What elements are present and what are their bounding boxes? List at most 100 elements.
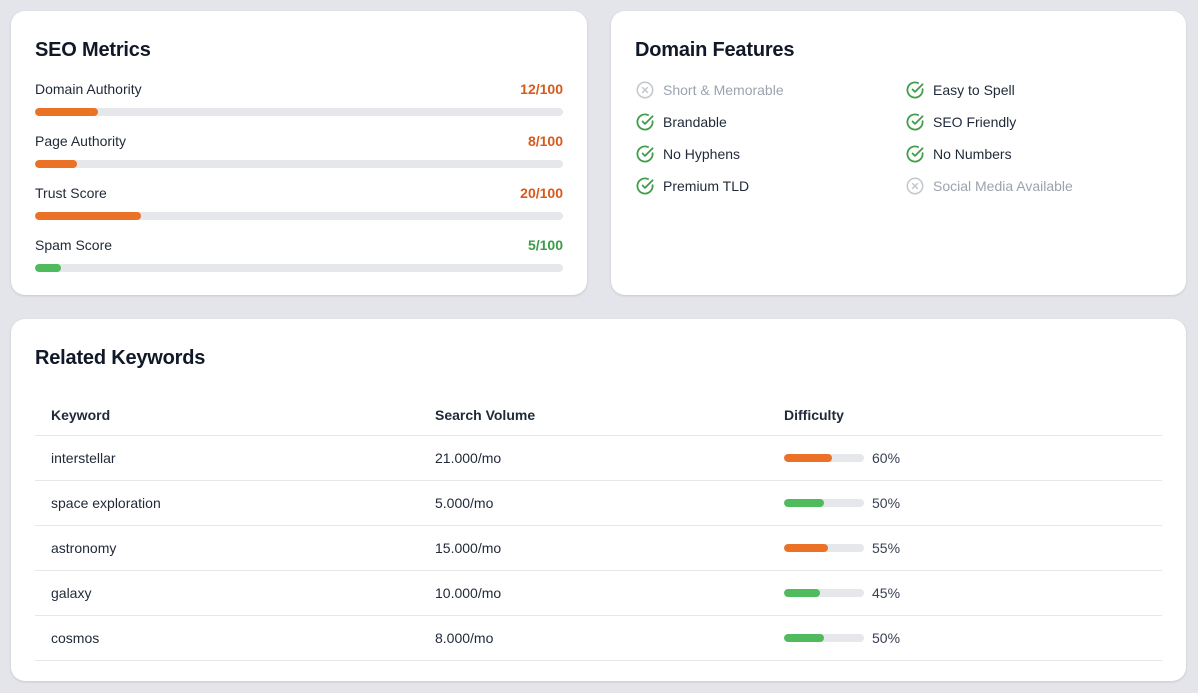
metric-value: 20/100 — [520, 185, 563, 201]
feature-item: No Hyphens — [635, 144, 905, 164]
difficulty-bar-fill — [784, 543, 828, 552]
table-row: astronomy 15.000/mo 55% — [35, 525, 1162, 571]
metric-label: Trust Score — [35, 185, 107, 201]
keyword-cell: cosmos — [35, 615, 419, 661]
difficulty-cell: 50% — [768, 615, 1162, 661]
x-circle-icon — [636, 81, 654, 99]
difficulty-percent: 50% — [872, 494, 901, 511]
related-keywords-title: Related Keywords — [35, 347, 206, 369]
metrics-list: Domain Authority 12/100 Page Authority 8/10… — [35, 80, 563, 288]
metric-label: Page Authority — [35, 133, 127, 149]
difficulty-indicator: 50% — [784, 630, 1146, 646]
metric-header: Page Authority 8/100 — [35, 132, 563, 150]
domain-features-title: Domain Features — [635, 39, 795, 61]
metric-value: 12/100 — [520, 81, 563, 97]
feature-label: Premium TLD — [663, 178, 750, 194]
difficulty-indicator: 50% — [784, 495, 1146, 511]
metric-row: Domain Authority 12/100 — [35, 80, 563, 132]
keywords-table-body: interstellar 21.000/mo 60% space exploratio… — [35, 435, 1162, 661]
metric-progress-track — [35, 212, 563, 220]
feature-label: SEO Friendly — [933, 114, 1017, 130]
difficulty-percent: 55% — [872, 539, 901, 556]
column-header-search-volume: Search Volume — [419, 395, 768, 436]
feature-item: Easy to Spell — [905, 80, 1165, 100]
difficulty-bar-fill — [784, 633, 824, 642]
metric-row: Spam Score 5/100 — [35, 236, 563, 288]
feature-label: No Hyphens — [663, 146, 741, 162]
metric-progress-fill — [35, 264, 62, 272]
feature-item: SEO Friendly — [905, 112, 1165, 132]
metric-row: Trust Score 20/100 — [35, 184, 563, 236]
feature-label: Easy to Spell — [933, 82, 1015, 98]
table-row: space exploration 5.000/mo 50% — [35, 480, 1162, 526]
metric-progress-fill — [35, 108, 99, 116]
metric-header: Domain Authority 12/100 — [35, 80, 563, 98]
difficulty-bar-fill — [784, 498, 824, 507]
difficulty-bar-fill — [784, 453, 832, 462]
difficulty-cell: 60% — [768, 435, 1162, 481]
difficulty-bar-track — [784, 498, 864, 507]
search-volume-cell: 21.000/mo — [419, 435, 768, 481]
x-circle-icon — [906, 177, 924, 195]
feature-label: Social Media Available — [933, 178, 1073, 194]
seo-metrics-card: SEO Metrics Domain Authority 12/100 Page A… — [11, 11, 587, 295]
check-circle-icon — [636, 145, 654, 163]
check-circle-icon — [906, 81, 924, 99]
feature-label: No Numbers — [933, 146, 1012, 162]
difficulty-bar-track — [784, 453, 864, 462]
difficulty-indicator: 55% — [784, 540, 1146, 556]
difficulty-indicator: 60% — [784, 450, 1146, 466]
difficulty-bar-track — [784, 543, 864, 552]
metric-label: Domain Authority — [35, 81, 142, 97]
feature-label: Brandable — [663, 114, 727, 130]
feature-item: Short & Memorable — [635, 80, 905, 100]
keyword-cell: space exploration — [35, 480, 419, 526]
metric-value: 5/100 — [527, 237, 563, 253]
keyword-cell: interstellar — [35, 435, 419, 481]
check-circle-icon — [906, 145, 924, 163]
metric-progress-track — [35, 264, 563, 272]
related-keywords-card: Related Keywords Keyword Search Volume D… — [11, 319, 1186, 681]
difficulty-bar-track — [784, 588, 864, 597]
metric-value: 8/100 — [527, 133, 563, 149]
table-row: galaxy 10.000/mo 45% — [35, 570, 1162, 616]
seo-metrics-title: SEO Metrics — [35, 39, 151, 61]
feature-item: Premium TLD — [635, 176, 905, 196]
metric-progress-track — [35, 108, 563, 116]
difficulty-bar-fill — [784, 588, 820, 597]
search-volume-cell: 10.000/mo — [419, 570, 768, 616]
features-grid: Short & Memorable Easy to Spell Brandabl… — [635, 80, 1162, 196]
check-circle-icon — [636, 177, 654, 195]
keyword-cell: astronomy — [35, 525, 419, 571]
keywords-table: Keyword Search Volume Difficulty interst… — [35, 395, 1162, 661]
metric-label: Spam Score — [35, 237, 113, 253]
difficulty-percent: 50% — [872, 629, 901, 646]
metric-header: Trust Score 20/100 — [35, 184, 563, 202]
column-header-difficulty: Difficulty — [768, 395, 1162, 436]
feature-item: Social Media Available — [905, 176, 1165, 196]
search-volume-cell: 15.000/mo — [419, 525, 768, 571]
domain-features-card: Domain Features Short & Memorable Easy t… — [611, 11, 1186, 295]
difficulty-cell: 50% — [768, 480, 1162, 526]
column-header-keyword: Keyword — [35, 395, 419, 436]
feature-item: Brandable — [635, 112, 905, 132]
difficulty-percent: 60% — [872, 449, 901, 466]
search-volume-cell: 5.000/mo — [419, 480, 768, 526]
metric-header: Spam Score 5/100 — [35, 236, 563, 254]
difficulty-cell: 55% — [768, 525, 1162, 571]
metric-progress-fill — [35, 212, 141, 220]
table-row: cosmos 8.000/mo 50% — [35, 615, 1162, 661]
search-volume-cell: 8.000/mo — [419, 615, 768, 661]
difficulty-percent: 45% — [872, 584, 901, 601]
metric-row: Page Authority 8/100 — [35, 132, 563, 184]
feature-label: Short & Memorable — [663, 82, 784, 98]
check-circle-icon — [636, 113, 654, 131]
difficulty-indicator: 45% — [784, 585, 1146, 601]
feature-item: No Numbers — [905, 144, 1165, 164]
table-header-row: Keyword Search Volume Difficulty — [35, 395, 1162, 436]
metric-progress-track — [35, 160, 563, 168]
check-circle-icon — [906, 113, 924, 131]
difficulty-bar-track — [784, 633, 864, 642]
keyword-cell: galaxy — [35, 570, 419, 616]
difficulty-cell: 45% — [768, 570, 1162, 616]
